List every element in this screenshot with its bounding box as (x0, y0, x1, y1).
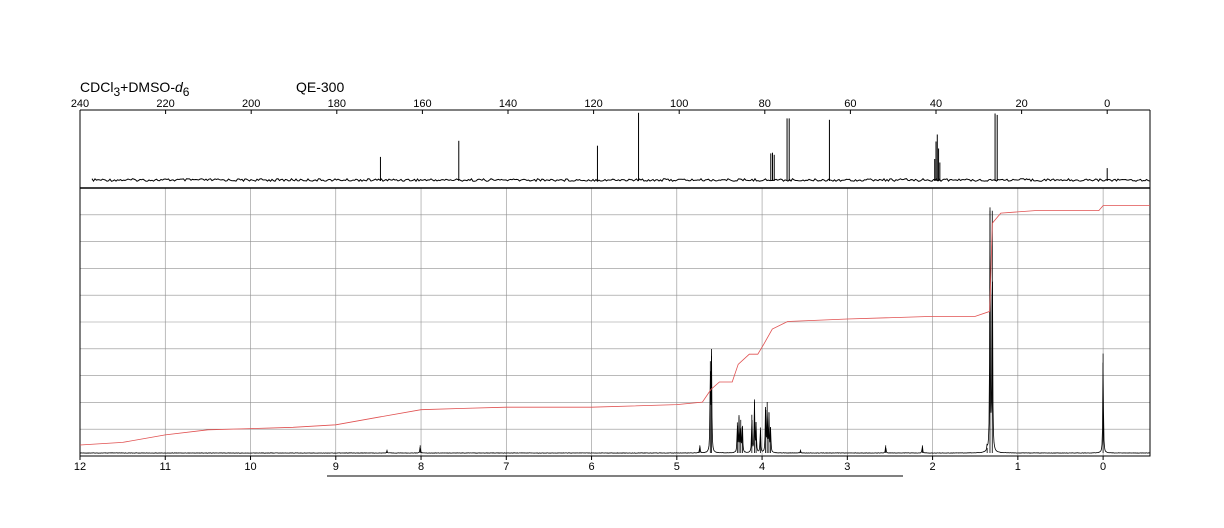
h1-tick-label: 8 (418, 461, 424, 473)
h1-tick-label: 3 (844, 461, 850, 473)
h1-tick-label: 5 (674, 461, 680, 473)
c13-tick-label: 120 (584, 98, 602, 110)
h1-tick-label: 1 (1015, 461, 1021, 473)
c13-tick-label: 140 (499, 98, 517, 110)
c13-tick-label: 220 (156, 98, 174, 110)
c13-tick-label: 80 (759, 98, 771, 110)
h1-tick-label: 12 (74, 461, 86, 473)
h1-tick-label: 0 (1100, 461, 1106, 473)
h1-tick-label: 10 (244, 461, 256, 473)
c13-tick-label: 160 (413, 98, 431, 110)
c13-baseline (91, 177, 1150, 183)
h1-tick-label: 6 (588, 461, 594, 473)
h1-panel: 12 11 10 9 8 7 6 5 4 3 2 1 0 (74, 187, 1151, 473)
h1-tick-label: 7 (503, 461, 509, 473)
c13-tick-label: 60 (844, 98, 856, 110)
c13-tick-label: 0 (1104, 98, 1110, 110)
c13-tick-label: 40 (930, 98, 942, 110)
h1-spectrum-trace (79, 207, 1151, 454)
c13-tick-label: 200 (242, 98, 260, 110)
c13-panel: 240 220 200 180 160 140 120 100 80 60 40 20 0 (71, 98, 1151, 188)
chart-header: CDCl3+DMSO-d6 QE-300 (80, 79, 344, 99)
h1-tick-label: 11 (160, 461, 171, 473)
instrument-label: QE-300 (296, 79, 344, 95)
c13-tick-label: 240 (71, 98, 89, 110)
c13-tick-label: 20 (1015, 98, 1027, 110)
nmr-chart: CDCl3+DMSO-d6 QE-300 240 220 200 180 160 140 1… (71, 79, 1151, 477)
c13-tick-label: 100 (670, 98, 688, 110)
solvent-label: CDCl3+DMSO-d6 (80, 79, 190, 99)
c13-tick-label: 180 (328, 98, 346, 110)
h1-tick-label: 2 (930, 461, 936, 473)
h1-tick-label: 4 (759, 461, 765, 473)
h1-tick-label: 9 (333, 461, 339, 473)
